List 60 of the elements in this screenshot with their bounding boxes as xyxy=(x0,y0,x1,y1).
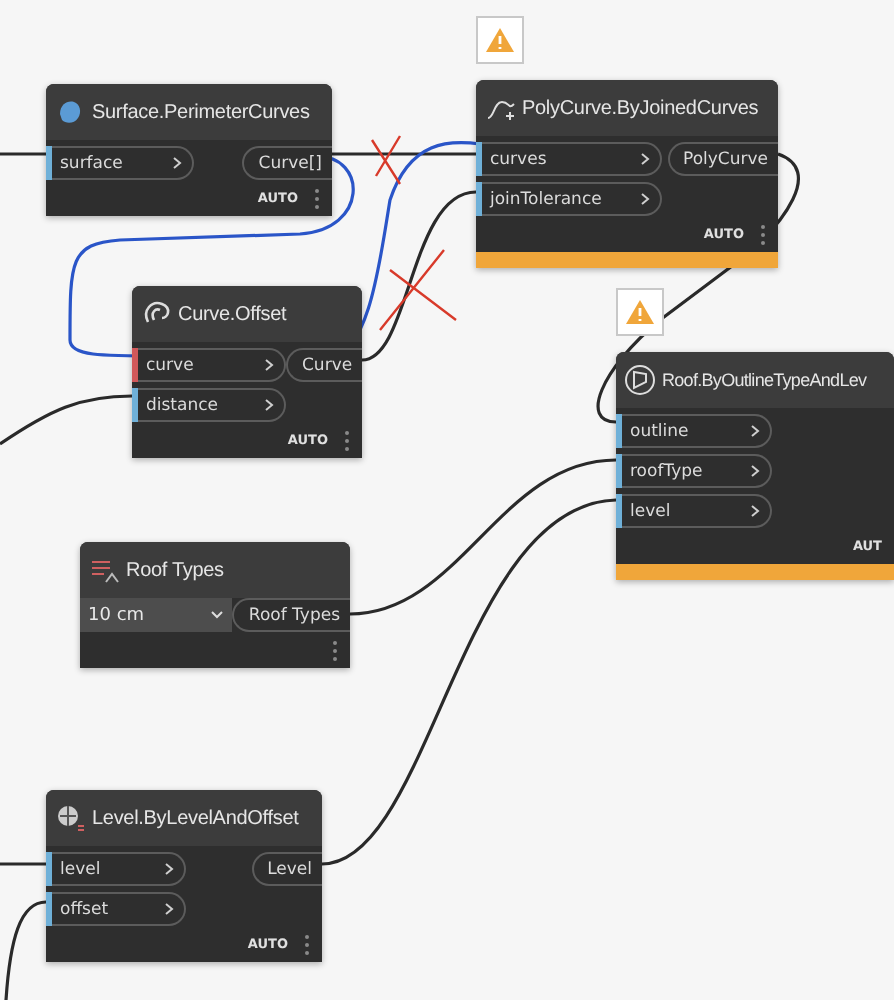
chevron-icon xyxy=(164,902,174,916)
port-label: distance xyxy=(146,395,219,415)
port-label: roofType xyxy=(630,461,703,481)
input-port[interactable]: curves xyxy=(476,142,662,176)
surface-icon xyxy=(54,96,86,128)
output-port[interactable]: Curve xyxy=(286,348,363,382)
chevron-icon xyxy=(264,358,274,372)
node-title: PolyCurve.ByJoinedCurves xyxy=(522,97,759,119)
more-options-icon[interactable] xyxy=(304,933,310,955)
cross-mark xyxy=(370,134,402,186)
warning-icon xyxy=(486,28,514,52)
port-label: joinTolerance xyxy=(490,189,602,209)
output-port[interactable]: Roof Types xyxy=(232,598,350,632)
more-options-icon[interactable] xyxy=(314,187,320,209)
chevron-icon xyxy=(750,464,760,478)
cross-mark xyxy=(378,248,458,332)
port-label: curve xyxy=(146,355,194,375)
chevron-icon xyxy=(164,862,174,876)
more-options-icon[interactable] xyxy=(332,639,338,661)
level-icon xyxy=(54,802,86,834)
input-port[interactable]: roofType xyxy=(616,454,772,488)
node-card[interactable]: Roof Types 10 cm Roof Types xyxy=(80,542,350,668)
input-port[interactable]: level xyxy=(46,852,186,886)
chevron-icon xyxy=(172,156,182,170)
input-port[interactable]: curve xyxy=(132,348,286,382)
more-options-icon[interactable] xyxy=(344,429,350,451)
port-label: curves xyxy=(490,149,547,169)
chevron-icon xyxy=(264,398,274,412)
input-port[interactable]: outline xyxy=(616,414,772,448)
node-title: Surface.PerimeterCurves xyxy=(92,101,310,123)
input-port[interactable]: joinTolerance xyxy=(476,182,662,216)
dropdown[interactable]: 10 cm xyxy=(80,598,233,632)
roof-icon xyxy=(624,364,656,396)
input-port[interactable]: level xyxy=(616,494,772,528)
port-label: level xyxy=(630,501,671,521)
node-title: Curve.Offset xyxy=(178,303,287,325)
output-port[interactable]: PolyCurve xyxy=(667,142,778,176)
output-port[interactable]: Level xyxy=(251,852,322,886)
port-label: level xyxy=(60,859,101,879)
node-title: Roof.ByOutlineTypeAndLev xyxy=(662,370,867,390)
input-port[interactable]: surface xyxy=(46,146,194,180)
output-port[interactable]: Curve[] xyxy=(242,146,332,180)
input-port[interactable]: offset xyxy=(46,892,186,926)
more-options-icon[interactable] xyxy=(760,223,766,245)
port-label: surface xyxy=(60,153,123,173)
warning-icon xyxy=(626,300,654,324)
input-port[interactable]: distance xyxy=(132,388,286,422)
wire xyxy=(0,152,46,156)
chevron-icon xyxy=(750,424,760,438)
node-title: Roof Types xyxy=(126,559,224,581)
chevron-icon xyxy=(640,152,650,166)
chevron-icon xyxy=(640,192,650,206)
wire xyxy=(4,900,47,1000)
caret-icon xyxy=(210,610,225,620)
node-title: Level.ByLevelAndOffset xyxy=(92,807,299,829)
port-label: offset xyxy=(60,899,109,919)
chevron-icon xyxy=(750,504,760,518)
port-label: outline xyxy=(630,421,689,441)
wire xyxy=(0,862,46,866)
wire xyxy=(0,394,133,446)
